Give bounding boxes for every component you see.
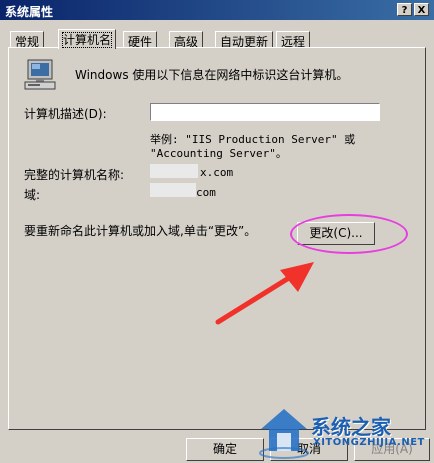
help-button[interactable]: ?: [397, 3, 412, 16]
tab-auto-update[interactable]: 自动更新: [215, 31, 274, 49]
title-bar: 系统属性 ? X: [0, 0, 434, 20]
domain-value: com: [196, 186, 216, 199]
tab-hardware[interactable]: 硬件: [123, 31, 158, 49]
window-title: 系统属性: [5, 5, 54, 19]
full-name-value: x.com: [200, 166, 234, 179]
ok-button[interactable]: 确定: [186, 438, 264, 461]
close-button[interactable]: X: [414, 3, 429, 16]
tab-computer-name[interactable]: 计算机名: [58, 29, 117, 49]
description-label: 计算机描述(D):: [24, 107, 107, 121]
computer-icon: [24, 59, 56, 90]
tab-general[interactable]: 常规: [10, 31, 45, 49]
rename-instruction: 要重新命名此计算机或加入域,单击“更改”。: [24, 224, 257, 238]
annotation-arrow-icon: [215, 262, 314, 325]
watermark-url: XITONGZHIJIA.NET: [313, 437, 425, 448]
house-logo-icon: [259, 409, 309, 459]
example-text-line2: "Accounting Server"。: [150, 147, 287, 160]
computer-description-input[interactable]: [150, 103, 380, 121]
annotation-highlight-oval: [290, 214, 408, 254]
redacted-block: [150, 164, 198, 178]
tab-advanced[interactable]: 高级: [169, 31, 204, 49]
full-name-label: 完整的计算机名称:: [24, 168, 125, 182]
domain-label: 域:: [24, 188, 41, 202]
watermark: 系统之家 XITONGZHIJIA.NET: [255, 405, 434, 463]
redacted-block: [150, 183, 196, 197]
tab-remote[interactable]: 远程: [276, 31, 311, 49]
intro-text: Windows 使用以下信息在网络中标识这台计算机。: [75, 68, 349, 82]
watermark-name: 系统之家: [311, 415, 391, 439]
